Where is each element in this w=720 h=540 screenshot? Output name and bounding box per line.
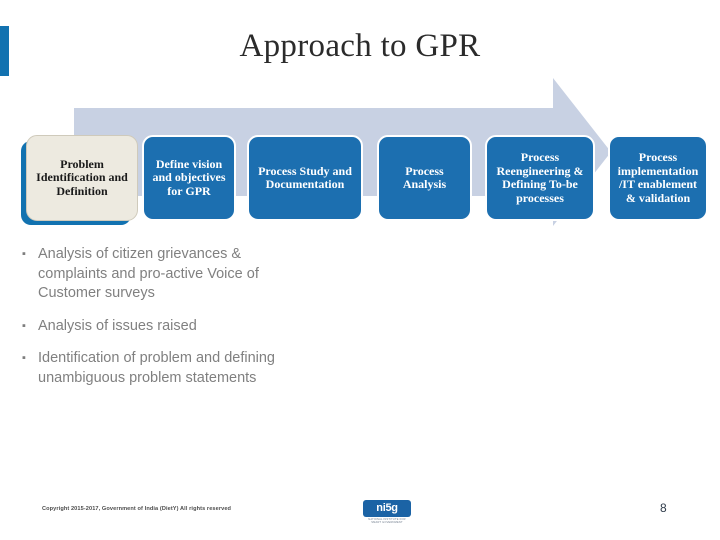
process-step-2[interactable]: Define vision and objectives for GPR xyxy=(142,135,236,221)
nisg-logo-subtext: NATIONAL INSTITUTE FOR SMART GOVERNMENT xyxy=(368,518,406,524)
process-step-3[interactable]: Process Study and Documentation xyxy=(247,135,363,221)
bullet-list: ▪ Analysis of citizen grievances & compl… xyxy=(22,245,282,401)
square-bullet-icon: ▪ xyxy=(22,352,26,364)
process-step-4-label: Process Analysis xyxy=(402,163,447,191)
process-step-5[interactable]: Process Reengineering & Defining To-be p… xyxy=(485,135,595,221)
list-item: ▪ Analysis of issues raised xyxy=(22,317,282,337)
footer-copyright: Copyright 2015-2017, Government of India… xyxy=(42,506,232,512)
list-item-text: Analysis of citizen grievances & complai… xyxy=(38,246,259,301)
page-number: 8 xyxy=(660,501,667,515)
process-steps-row: Problem Identification and Definition De… xyxy=(0,135,720,221)
list-item: ▪ Analysis of citizen grievances & compl… xyxy=(22,245,282,304)
process-step-5-label: Process Reengineering & Defining To-be p… xyxy=(496,150,584,205)
nisg-logo-text: ni5g xyxy=(376,502,398,514)
process-step-2-label: Define vision and objectives for GPR xyxy=(152,156,226,198)
process-step-4[interactable]: Process Analysis xyxy=(377,135,472,221)
nisg-logo-box: ni5g xyxy=(363,500,411,517)
slide-canvas: Approach to GPR Problem Identification a… xyxy=(0,0,720,540)
square-bullet-icon: ▪ xyxy=(22,319,26,332)
list-item-text: Analysis of issues raised xyxy=(38,317,197,334)
page-title: Approach to GPR xyxy=(239,28,481,64)
square-bullet-icon: ▪ xyxy=(22,248,26,260)
process-step-6-label: Process implementation /IT enablement & … xyxy=(617,150,699,205)
process-step-6[interactable]: Process implementation /IT enablement & … xyxy=(608,135,708,221)
process-step-3-label: Process Study and Documentation xyxy=(258,163,352,191)
process-step-1-label: Problem Identification and Definition xyxy=(36,156,128,198)
process-step-1[interactable]: Problem Identification and Definition xyxy=(26,135,138,221)
nisg-logo: ni5g NATIONAL INSTITUTE FOR SMART GOVERN… xyxy=(363,500,411,524)
list-item-text: Identification of problem and defining u… xyxy=(38,350,275,386)
list-item: ▪ Identification of problem and defining… xyxy=(22,349,282,388)
